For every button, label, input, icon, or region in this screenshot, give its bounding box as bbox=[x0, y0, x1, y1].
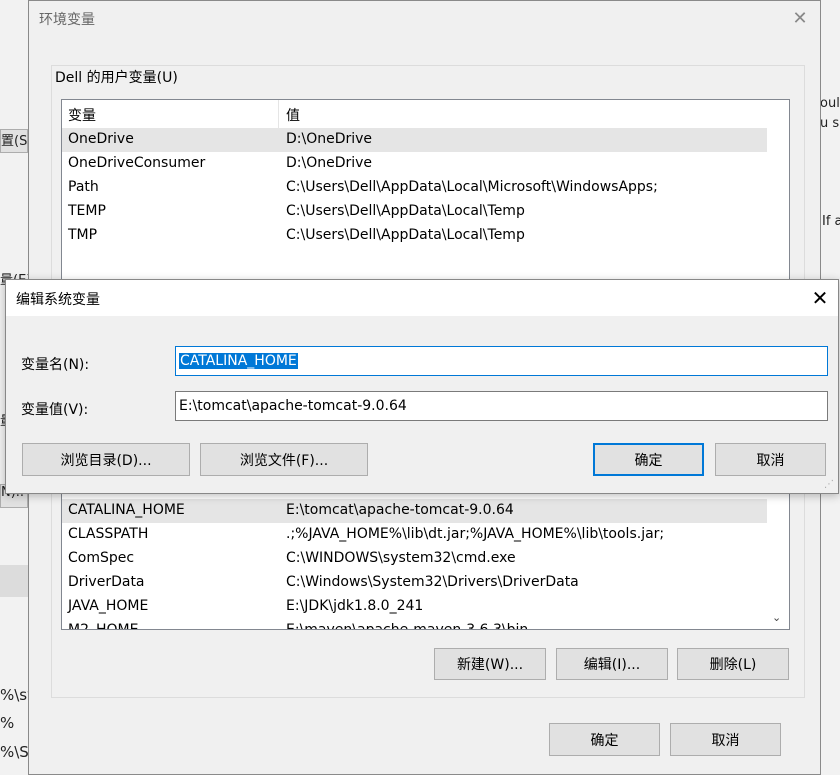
column-divider[interactable] bbox=[278, 100, 279, 128]
var-name: CATALINA_HOME bbox=[68, 502, 185, 518]
variable-name-input[interactable]: CATALINA_HOME bbox=[175, 346, 828, 376]
var-value: E:\maven\apache-maven-3.6.3\bin bbox=[286, 622, 529, 630]
var-name: ComSpec bbox=[68, 550, 135, 566]
list-header: 变量 值 bbox=[62, 100, 789, 128]
var-value: E:\JDK\jdk1.8.0_241 bbox=[286, 598, 424, 614]
list-item[interactable]: TEMP C:\Users\Dell\AppData\Local\Temp bbox=[62, 200, 767, 224]
chevron-down-icon[interactable]: ⌄ bbox=[772, 611, 781, 624]
column-header-name[interactable]: 变量 bbox=[68, 105, 96, 125]
edit-button[interactable]: 编辑(I)... bbox=[556, 648, 668, 680]
var-name: TMP bbox=[68, 227, 98, 243]
background-text: If a bbox=[822, 214, 840, 229]
ok-button[interactable]: 确定 bbox=[549, 723, 660, 756]
system-vars-list[interactable]: CATALINA_HOME E:\tomcat\apache-tomcat-9.… bbox=[61, 486, 790, 630]
list-item[interactable]: ComSpec C:\WINDOWS\system32\cmd.exe bbox=[62, 547, 767, 571]
var-value: .;%JAVA_HOME%\lib\dt.jar;%JAVA_HOME%\lib… bbox=[286, 526, 665, 542]
list-item[interactable]: TMP C:\Users\Dell\AppData\Local\Temp bbox=[62, 224, 767, 248]
vertical-scrollbar[interactable] bbox=[767, 487, 789, 629]
variable-value-label: 变量值(V): bbox=[21, 402, 89, 418]
var-name: TEMP bbox=[68, 203, 106, 219]
background-text: % bbox=[0, 714, 15, 732]
var-value: D:\OneDrive bbox=[286, 131, 373, 147]
close-icon[interactable]: ✕ bbox=[806, 284, 834, 312]
new-button[interactable]: 新建(W)... bbox=[434, 648, 546, 680]
var-name: M2_HOME bbox=[68, 622, 139, 630]
variable-value-input[interactable]: E:\tomcat\apache-tomcat-9.0.64 bbox=[175, 391, 828, 421]
var-name: CLASSPATH bbox=[68, 526, 149, 542]
var-value: C:\Windows\System32\Drivers\DriverData bbox=[286, 574, 579, 590]
var-value: C:\Users\Dell\AppData\Local\Temp bbox=[286, 227, 525, 243]
background-text: %\sy bbox=[0, 686, 28, 704]
column-header-value[interactable]: 值 bbox=[286, 105, 300, 125]
background-text: %\Sy bbox=[0, 743, 28, 761]
var-value: C:\Users\Dell\AppData\Local\Microsoft\Wi… bbox=[286, 179, 658, 195]
var-value: C:\WINDOWS\system32\cmd.exe bbox=[286, 550, 516, 566]
var-name: OneDrive bbox=[68, 131, 134, 147]
cancel-button[interactable]: 取消 bbox=[670, 723, 781, 756]
variable-name-label: 变量名(N): bbox=[21, 357, 90, 373]
browse-directory-button[interactable]: 浏览目录(D)... bbox=[22, 443, 190, 476]
list-item[interactable]: M2_HOME E:\maven\apache-maven-3.6.3\bin bbox=[62, 619, 767, 630]
resize-grip-icon[interactable]: ⋰ bbox=[824, 479, 834, 490]
var-value: C:\Users\Dell\AppData\Local\Temp bbox=[286, 203, 525, 219]
list-item[interactable]: CATALINA_HOME E:\tomcat\apache-tomcat-9.… bbox=[62, 499, 767, 523]
edit-system-variable-dialog: 编辑系统变量 ✕ 变量名(N): CATALINA_HOME 变量值(V): E… bbox=[5, 279, 839, 494]
background-button: 置(S). bbox=[0, 129, 28, 153]
var-name: DriverData bbox=[68, 574, 145, 590]
list-item[interactable]: Path C:\Users\Dell\AppData\Local\Microso… bbox=[62, 176, 767, 200]
list-item[interactable]: CLASSPATH .;%JAVA_HOME%\lib\dt.jar;%JAVA… bbox=[62, 523, 767, 547]
var-name: JAVA_HOME bbox=[68, 598, 149, 614]
var-value: D:\OneDrive bbox=[286, 155, 373, 171]
background-text: oul bbox=[820, 96, 840, 111]
cancel-button[interactable]: 取消 bbox=[715, 443, 826, 476]
background-panel bbox=[0, 565, 28, 597]
edit-dialog-title: 编辑系统变量 bbox=[16, 292, 100, 308]
browse-file-button[interactable]: 浏览文件(F)... bbox=[200, 443, 368, 476]
env-dialog-titlebar[interactable]: 环境变量 ✕ bbox=[29, 1, 820, 37]
env-dialog-title: 环境变量 bbox=[39, 12, 95, 28]
list-item[interactable]: DriverData C:\Windows\System32\Drivers\D… bbox=[62, 571, 767, 595]
delete-button[interactable]: 删除(L) bbox=[677, 648, 789, 680]
list-item[interactable]: OneDrive D:\OneDrive bbox=[62, 128, 767, 152]
background-text: 置(S). bbox=[1, 134, 28, 149]
variable-value-text: E:\tomcat\apache-tomcat-9.0.64 bbox=[179, 398, 407, 414]
list-item[interactable]: JAVA_HOME E:\JDK\jdk1.8.0_241 bbox=[62, 595, 767, 619]
var-name: OneDriveConsumer bbox=[68, 155, 206, 171]
ok-button[interactable]: 确定 bbox=[593, 443, 704, 476]
close-icon[interactable]: ✕ bbox=[786, 5, 814, 31]
user-vars-list[interactable]: 变量 值 OneDrive D:\OneDrive OneDriveConsum… bbox=[61, 99, 790, 284]
background-text: u s bbox=[820, 116, 840, 131]
var-value: E:\tomcat\apache-tomcat-9.0.64 bbox=[286, 502, 514, 518]
list-item[interactable]: OneDriveConsumer D:\OneDrive bbox=[62, 152, 767, 176]
variable-name-value: CATALINA_HOME bbox=[179, 353, 298, 369]
edit-dialog-titlebar[interactable]: 编辑系统变量 ✕ bbox=[6, 280, 838, 316]
user-vars-group-label: Dell 的用户变量(U) bbox=[53, 67, 180, 87]
var-name: Path bbox=[68, 179, 99, 195]
